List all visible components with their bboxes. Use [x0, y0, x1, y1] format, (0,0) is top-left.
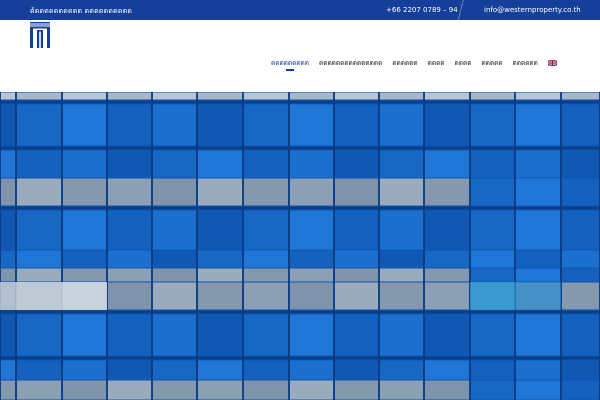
nav-item-label: ดดดดดด [512, 59, 538, 67]
nav-item-label: ดดดดด [481, 59, 503, 67]
top-bar: ด้ดดดดดดดดดด ดดดดดดดดดด +66 2207 0789 – … [0, 0, 600, 22]
phone-number-link[interactable]: +66 2207 0789 – 94 [386, 6, 458, 14]
hero-building-facade-image [0, 92, 600, 400]
nav-item-gallery[interactable]: ดดดดด [481, 59, 502, 73]
glass-facade-graphic [0, 92, 600, 400]
main-navigation: ดดดดดดดดด ดดดดดดดดดดดดดดด ดดดดดด ดดดด ดด… [271, 59, 567, 73]
nav-item-contact[interactable]: ดดดดดด [513, 59, 538, 73]
nav-item-projects[interactable]: ดดดดดด [392, 59, 417, 73]
nav-item-label: ดดดด [454, 59, 472, 67]
nav-item-label: ดดดดดดดดด [271, 59, 309, 67]
language-switcher[interactable] [547, 59, 557, 73]
uk-flag-icon [547, 60, 557, 66]
nav-item-news[interactable]: ดดดด [428, 59, 445, 73]
topbar-divider [457, 0, 464, 22]
building-columns-logo-icon[interactable] [29, 22, 51, 48]
nav-item-label: ดดดดดดดดดดดดดดด [319, 59, 383, 67]
nav-item-label: ดดดดดด [392, 59, 418, 67]
site-header: ดดดดดดดดด ดดดดดดดดดดดดดดด ดดดดดด ดดดด ดด… [0, 20, 600, 92]
nav-item-label: ดดดด [427, 59, 445, 67]
company-name: ด้ดดดดดดดดดด ดดดดดดดดดด [30, 7, 133, 15]
active-indicator [286, 69, 294, 71]
nav-item-about[interactable]: ดดดดดดดดดดดดดดด [319, 59, 382, 73]
nav-item-home[interactable]: ดดดดดดดดด [271, 59, 309, 73]
email-link[interactable]: info@westernproperty.co.th [484, 6, 581, 14]
nav-item-jobs[interactable]: ดดดด [455, 59, 472, 73]
